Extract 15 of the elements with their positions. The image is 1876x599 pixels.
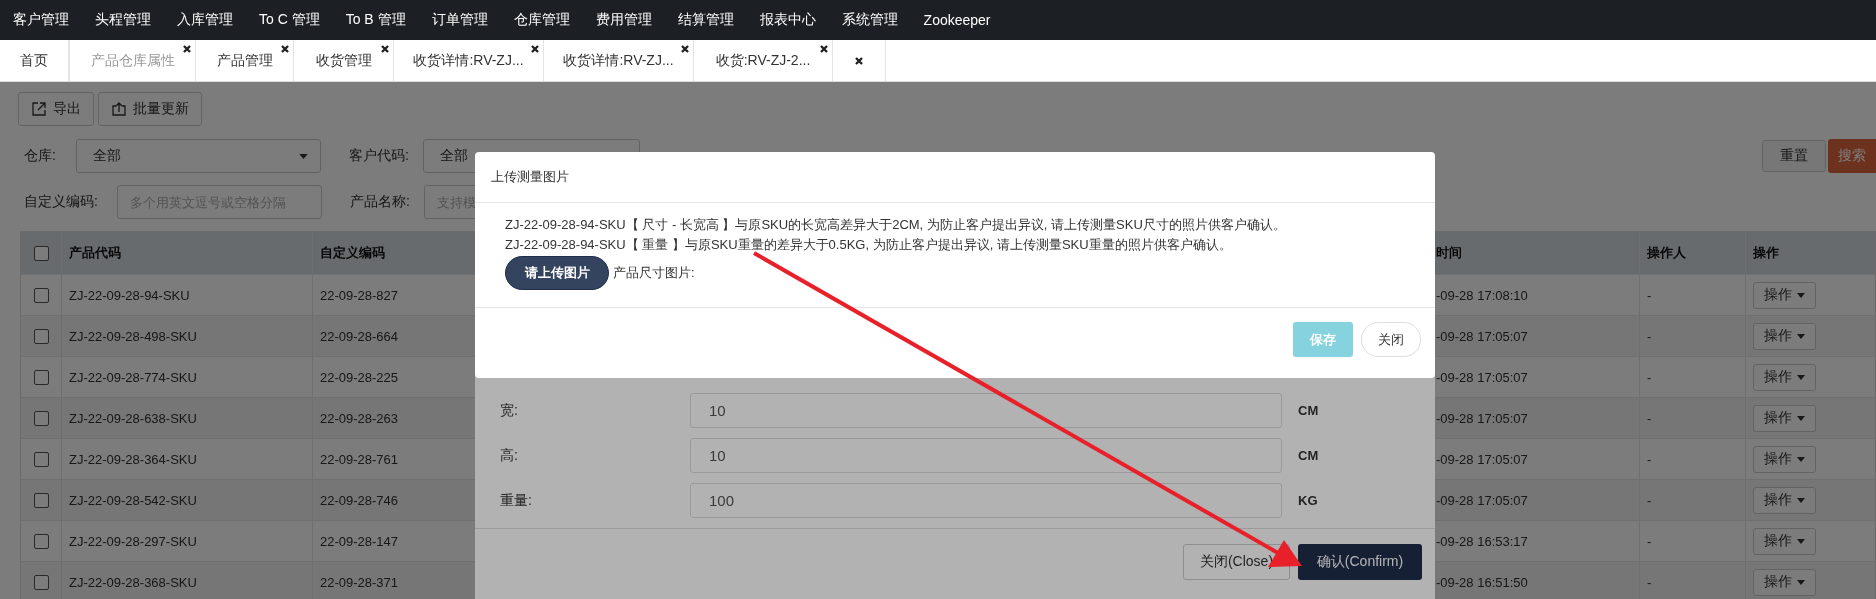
filter-label: 客户代码:: [348, 147, 410, 165]
field-label: 重量:: [499, 491, 533, 510]
filter-label: 自定义编码:: [23, 193, 99, 211]
unit-label: CM: [1298, 448, 1319, 463]
field-label: 高:: [499, 446, 519, 465]
message-text: ZJ-22-09-28-94-SKU【 重量 】与原SKU重量的差异大于0.5KG, 为防止客户提出异议, 请上传测量SKU重量的照片供客户确认。: [505, 236, 1233, 254]
message-text: ZJ-22-09-28-94-SKU【 尺寸 - 长宽高 】与原SKU的长宽高差异大于2CM, 为防止客户提出异议, 请上传测量SKU尺寸的照片供客户确认。: [505, 216, 1287, 234]
table-cell: -: [1639, 562, 1745, 599]
unit-label: KG: [1298, 493, 1318, 508]
field-label: 宽:: [499, 401, 519, 420]
table-cell: ZJ-22-09-28-368-SKU: [61, 562, 312, 599]
unit-label: CM: [1298, 403, 1319, 418]
filter-label: 产品名称:: [349, 193, 411, 211]
filter-label: 仓库:: [23, 147, 57, 165]
dialog-title: 上传测量图片: [475, 152, 1435, 203]
